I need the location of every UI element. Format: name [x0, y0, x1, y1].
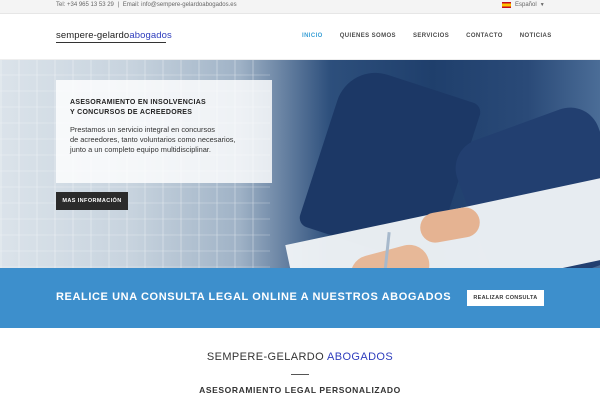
- logo-underline: [56, 42, 166, 43]
- site-logo[interactable]: sempere-gelardoabogados: [56, 30, 172, 41]
- hero-text-line-3: junto a un completo equipo multidiscipli…: [70, 145, 211, 154]
- contact-separator: |: [117, 2, 120, 8]
- consultation-heading: REALICE UNA CONSULTA LEGAL ONLINE A NUES…: [56, 291, 452, 303]
- contact-info: Tel: +34 965 13 53 29 | Email: info@semp…: [56, 2, 237, 8]
- top-bar: Tel: +34 965 13 53 29 | Email: info@semp…: [0, 0, 600, 14]
- nav-item-inicio[interactable]: INICIO: [302, 33, 323, 39]
- main-nav: INICIO QUIENES SOMOS SERVICIOS CONTACTO …: [302, 33, 569, 39]
- section-brand-part-1: SEMPERE-GELARDO: [206, 351, 325, 363]
- hero-title-line-1: ASESORAMIENTO EN INSOLVENCIAS: [70, 99, 207, 106]
- request-consultation-button[interactable]: REALIZAR CONSULTA: [467, 290, 544, 306]
- section-divider: [291, 374, 309, 375]
- section-subtitle: ASESORAMIENTO LEGAL PERSONALIZADO: [199, 385, 401, 395]
- about-section: SEMPERE-GELARDO ABOGADOS ASESORAMIENTO L…: [0, 328, 600, 400]
- logo-text-secondary: abogados: [129, 30, 172, 41]
- hero-caption-card: ASESORAMIENTO EN INSOLVENCIAS Y CONCURSO…: [56, 80, 272, 183]
- hero-banner: ASESORAMIENTO EN INSOLVENCIAS Y CONCURSO…: [0, 60, 600, 268]
- site-header: sempere-gelardoabogados INICIO QUIENES S…: [0, 15, 600, 60]
- email-link[interactable]: Email: info@sempere-gelardoabogados.es: [123, 2, 237, 8]
- consultation-banner: REALICE UNA CONSULTA LEGAL ONLINE A NUES…: [0, 268, 600, 328]
- nav-item-servicios[interactable]: SERVICIOS: [413, 33, 449, 39]
- hero-text-line-2: de acreedores, tanto voluntarios como ne…: [70, 135, 236, 144]
- more-info-button[interactable]: MAS INFORMACIÓN: [56, 192, 128, 210]
- hero-title-line-2: Y CONCURSOS DE ACREEDORES: [70, 109, 193, 116]
- section-brand-part-2: ABOGADOS: [326, 351, 394, 363]
- nav-item-quienes-somos[interactable]: QUIENES SOMOS: [340, 33, 396, 39]
- nav-item-contacto[interactable]: CONTACTO: [466, 33, 503, 39]
- logo-text-primary: sempere-gelardo: [56, 30, 130, 41]
- chevron-down-icon: ▼: [539, 2, 545, 8]
- nav-item-noticias[interactable]: NOTICIAS: [520, 33, 552, 39]
- language-label: Español: [515, 2, 537, 8]
- section-brand-title: SEMPERE-GELARDO ABOGADOS: [0, 351, 600, 363]
- hero-description: Prestamos un servicio integral en concur…: [70, 125, 258, 155]
- spain-flag-icon: [502, 2, 511, 8]
- hero-title: ASESORAMIENTO EN INSOLVENCIAS Y CONCURSO…: [70, 98, 258, 118]
- phone-text: Tel: +34 965 13 53 29: [56, 2, 114, 8]
- hero-text-line-1: Prestamos un servicio integral en concur…: [70, 125, 216, 134]
- language-selector[interactable]: Español ▼: [502, 2, 545, 8]
